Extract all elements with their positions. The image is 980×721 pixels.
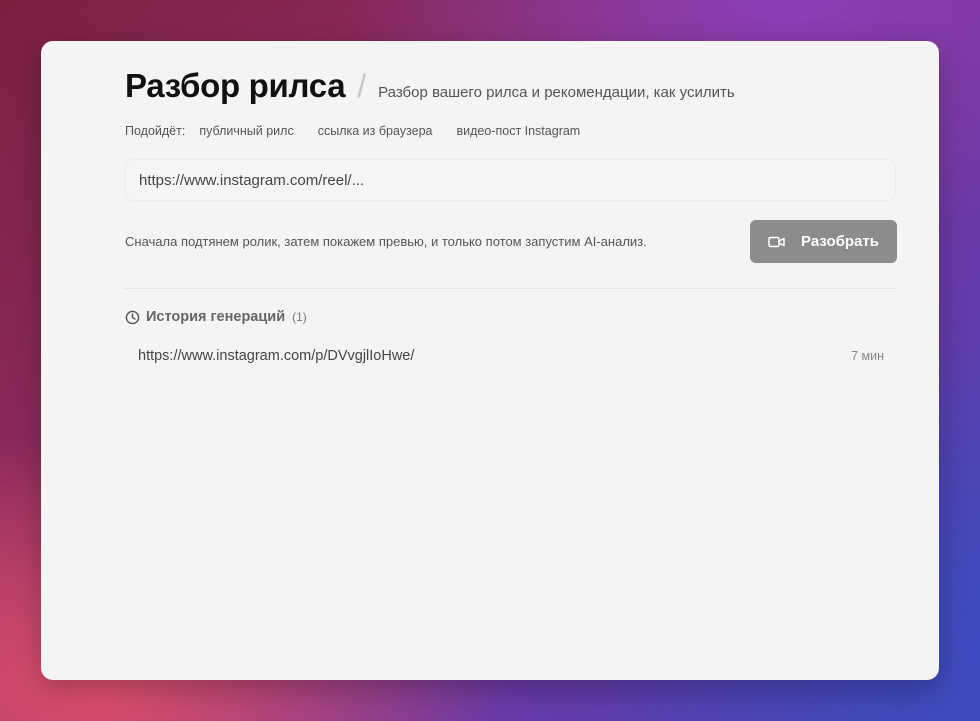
page-header: Разбор рилса / Разбор вашего рилса и рек… [125,67,896,105]
fits-label: Подойдёт: [125,124,186,138]
analyze-button-label: Разобрать [801,233,879,250]
history-header: История генераций (1) [125,309,896,325]
history-item-url: https://www.instagram.com/p/DVvgjlIoHwe/ [138,348,415,364]
title-separator: / [357,68,367,104]
video-camera-icon [768,236,785,248]
page-subtitle: Разбор вашего рилса и рекомендации, как … [378,84,735,101]
clock-icon [125,310,140,325]
history-item-time: 7 мин [851,349,884,363]
main-card: Разбор рилса / Разбор вашего рилса и рек… [41,41,939,680]
history-item[interactable]: https://www.instagram.com/p/DVvgjlIoHwe/… [138,345,884,367]
reel-url-input[interactable] [125,159,896,201]
fits-row: Подойдёт: публичный рилс ссылка из брауз… [125,124,896,138]
analyze-button[interactable]: Разобрать [750,220,897,263]
page-title: Разбор рилса [125,67,346,104]
tag-public-reel[interactable]: публичный рилс [199,124,293,138]
history-count: (1) [292,310,307,324]
tag-instagram-video-post[interactable]: видео-пост Instagram [456,124,580,138]
section-divider [125,288,896,289]
history-title: История генераций [146,309,286,325]
tag-browser-link[interactable]: ссылка из браузера [318,124,433,138]
